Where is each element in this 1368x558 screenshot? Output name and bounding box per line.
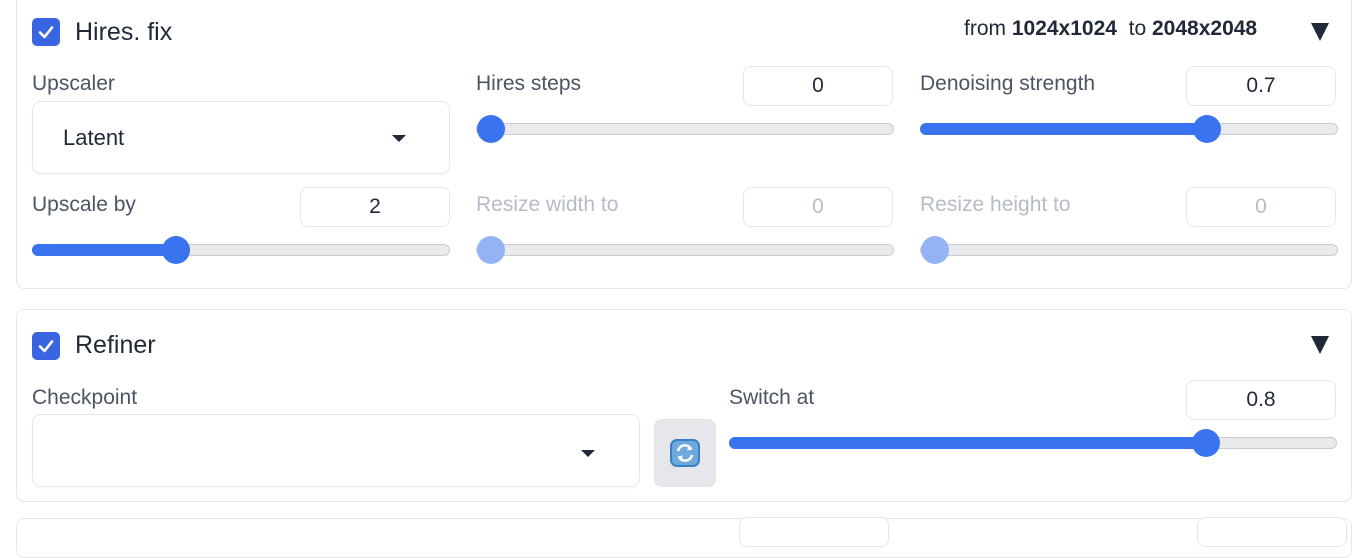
collapse-caret-icon[interactable] — [1311, 23, 1329, 41]
switch-at-label: Switch at — [729, 386, 815, 409]
next-panel-input — [1197, 517, 1347, 547]
resolution-summary: from 1024x1024 to 2048x2048 — [964, 17, 1258, 40]
resize-height-slider — [920, 236, 1338, 264]
hires-steps-input[interactable]: 0 — [743, 66, 893, 106]
slider-thumb — [477, 236, 505, 264]
hires-steps-slider[interactable] — [476, 115, 894, 143]
slider-thumb[interactable] — [1192, 429, 1221, 457]
refiner-panel: Refiner Checkpoint Switch at 0.8 — [16, 309, 1352, 502]
upscaler-value: Latent — [63, 125, 125, 150]
upscale-by-label: Upscale by — [32, 193, 136, 216]
upscaler-dropdown[interactable]: Latent — [32, 101, 450, 174]
checkpoint-label: Checkpoint — [32, 386, 138, 409]
resize-width-slider — [476, 236, 894, 264]
refresh-checkpoints-button[interactable] — [654, 419, 716, 487]
hires-fix-title[interactable]: Hires. fix — [75, 17, 172, 47]
hires-fix-panel: Hires. fix from 1024x1024 to 2048x2048 U… — [16, 0, 1352, 289]
slider-thumb — [921, 236, 949, 264]
next-panel-input — [739, 517, 889, 547]
refresh-icon — [670, 439, 700, 467]
resize-height-label: Resize height to — [920, 193, 1071, 216]
slider-thumb[interactable] — [162, 236, 191, 264]
resize-height-input: 0 — [1186, 187, 1336, 227]
denoising-strength-label: Denoising strength — [920, 72, 1096, 95]
switch-at-slider[interactable] — [729, 429, 1337, 457]
resize-width-label: Resize width to — [476, 193, 619, 216]
checkmark-icon — [38, 340, 54, 353]
chevron-down-icon — [392, 135, 406, 142]
chevron-down-icon — [581, 450, 595, 457]
checkmark-icon — [38, 26, 54, 39]
denoising-strength-slider[interactable] — [920, 115, 1338, 143]
hires-fix-checkbox[interactable] — [32, 18, 60, 46]
hires-steps-label: Hires steps — [476, 72, 582, 95]
checkpoint-dropdown[interactable] — [32, 414, 640, 487]
upscale-by-slider[interactable] — [32, 236, 450, 264]
collapse-caret-icon[interactable] — [1311, 336, 1329, 354]
denoising-strength-input[interactable]: 0.7 — [1186, 66, 1336, 106]
refiner-title[interactable]: Refiner — [75, 330, 156, 360]
upscaler-label: Upscaler — [32, 72, 115, 95]
refiner-checkbox[interactable] — [32, 332, 60, 360]
switch-at-input[interactable]: 0.8 — [1186, 380, 1336, 420]
slider-thumb[interactable] — [1192, 115, 1221, 143]
upscale-by-input[interactable]: 2 — [300, 187, 450, 227]
slider-thumb[interactable] — [477, 115, 505, 143]
next-panel — [16, 517, 1352, 558]
resize-width-input: 0 — [743, 187, 893, 227]
